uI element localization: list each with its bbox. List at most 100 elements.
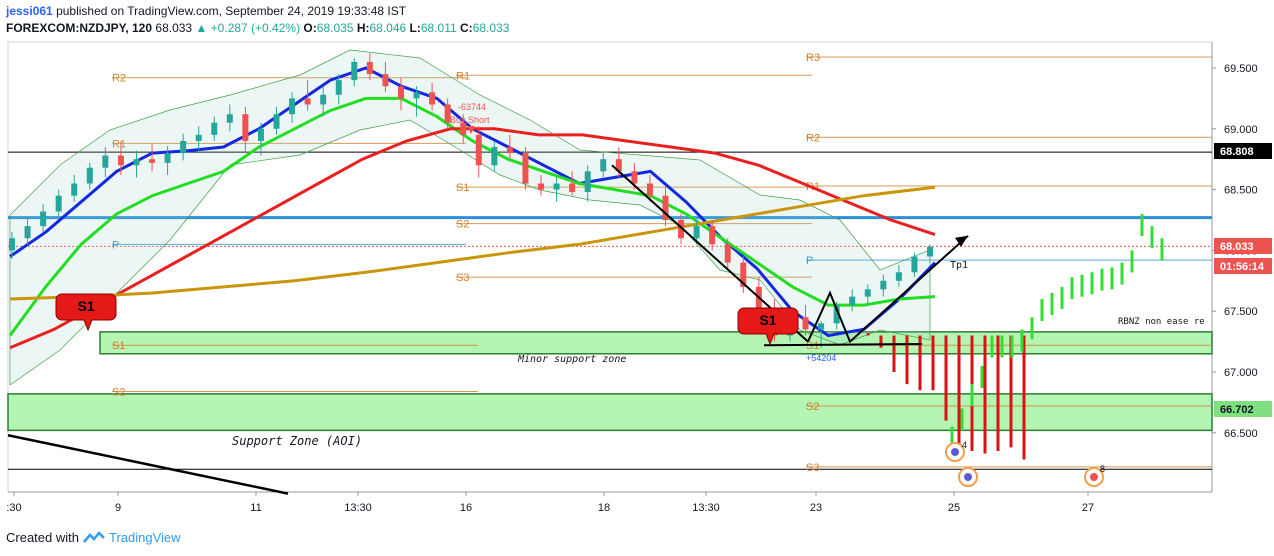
x-tick-label: 9	[115, 502, 121, 514]
price-axis-label: 68.808	[1220, 146, 1254, 158]
candle-body	[164, 153, 171, 163]
y-tick-label: 69.500	[1224, 63, 1258, 75]
y-tick-label: 67.000	[1224, 367, 1258, 379]
x-tick-label: :30	[6, 502, 21, 514]
candle-body	[242, 114, 249, 141]
candle-body	[802, 317, 809, 330]
x-tick-label: 18	[598, 502, 610, 514]
candle-body	[584, 171, 591, 193]
y-tick-label: 67.500	[1224, 306, 1258, 318]
footer: Created with TradingView	[6, 530, 181, 545]
pivot-level-label: S3	[806, 462, 819, 474]
pivot-level-label: S3	[456, 272, 469, 284]
support-zone	[7, 393, 1213, 432]
candle-body	[693, 226, 700, 239]
pivot-level-label: S2	[112, 386, 125, 398]
candle-body	[86, 167, 93, 184]
candle-body	[600, 159, 607, 172]
candle-body	[195, 134, 202, 141]
candle-body	[24, 226, 31, 239]
s1-badge-label: S1	[77, 298, 94, 314]
candle-body	[351, 61, 358, 81]
candle-body	[133, 159, 140, 166]
candle-body	[724, 244, 731, 263]
x-tick-label: 27	[1082, 502, 1094, 514]
candle-body	[9, 238, 15, 251]
rbnz-note: RBNZ non ease re	[1118, 317, 1205, 327]
candle-body	[631, 171, 638, 184]
candle-body	[382, 74, 389, 87]
candle-body	[320, 94, 327, 105]
candle-body	[149, 159, 156, 163]
candle-body	[289, 98, 296, 115]
created-with-text: Created with	[6, 530, 79, 545]
price-axis-label: 01:56:14	[1220, 261, 1265, 273]
candle-body	[180, 140, 187, 154]
sell-value: +54204	[806, 353, 836, 363]
candle-body	[818, 323, 825, 330]
y-tick-label: 68.500	[1224, 185, 1258, 197]
candle-body	[226, 114, 233, 123]
pivot-level-label: R1	[456, 70, 470, 82]
pivot-level-label: S1	[806, 340, 819, 352]
buy-short-value: -63744	[458, 102, 486, 112]
candle-body	[491, 147, 498, 166]
candle-body	[475, 134, 482, 166]
candle-body	[102, 155, 109, 168]
neckline	[763, 343, 923, 347]
tradingview-brand[interactable]: TradingView	[109, 530, 181, 545]
x-tick-label: 13:30	[344, 502, 372, 514]
price-axis-label: 68.033	[1220, 241, 1254, 253]
price-chart[interactable]: 69.50069.00068.50068.00067.50067.00066.5…	[0, 0, 1274, 556]
candle-body	[895, 272, 902, 281]
pivot-level-label: S2	[806, 401, 819, 413]
x-tick-label: 23	[810, 502, 822, 514]
pivot-level-label: S1	[112, 340, 125, 352]
pivot-level-label: R2	[806, 132, 820, 144]
y-tick-label: 69.000	[1224, 124, 1258, 136]
candle-body	[117, 155, 124, 166]
candle-body	[71, 183, 78, 196]
event-count: 4	[962, 440, 967, 450]
candle-body	[849, 296, 856, 306]
candle-body	[40, 211, 47, 227]
candle-body	[413, 92, 420, 99]
candle-body	[569, 183, 576, 193]
candle-body	[366, 61, 373, 75]
candle-body	[538, 183, 545, 190]
x-tick-label: 25	[948, 502, 960, 514]
candle-body	[522, 153, 529, 184]
event-marker-dot	[1090, 473, 1098, 481]
x-tick-label: 11	[250, 502, 261, 514]
candle-body	[553, 183, 560, 190]
candle-body	[335, 80, 342, 95]
buy-short-label: Buy Short	[450, 115, 490, 125]
candle-body	[646, 183, 653, 196]
x-tick-label: 16	[460, 502, 472, 514]
support-zone	[99, 331, 1213, 355]
tradingview-logo-icon	[83, 530, 105, 543]
pivot-level-label: R2	[112, 73, 126, 85]
candle-body	[397, 86, 404, 99]
candle-body	[864, 289, 871, 297]
event-marker-dot	[964, 473, 972, 481]
event-marker-dot	[951, 448, 959, 456]
candle-body	[911, 256, 918, 273]
price-axis-label: 66.702	[1220, 404, 1254, 416]
candle-body	[709, 226, 716, 245]
pivot-level-label: S1	[456, 182, 469, 194]
x-tick-label: 13:30	[692, 502, 720, 514]
candle-body	[880, 280, 887, 290]
event-count: 8	[1100, 464, 1105, 474]
candle-body	[304, 98, 311, 105]
candle-body	[55, 195, 62, 212]
candle-body	[257, 128, 264, 141]
candle-body	[273, 114, 280, 129]
pivot-level-label: R3	[806, 52, 820, 64]
candle-body	[927, 246, 933, 257]
s1-badge-label: S1	[759, 312, 776, 328]
candle-body	[506, 147, 513, 154]
tp1-label: Tp1	[950, 260, 968, 271]
support-zone-label: Support Zone (AOI)	[232, 434, 362, 448]
pivot-level-label: S2	[456, 219, 469, 231]
